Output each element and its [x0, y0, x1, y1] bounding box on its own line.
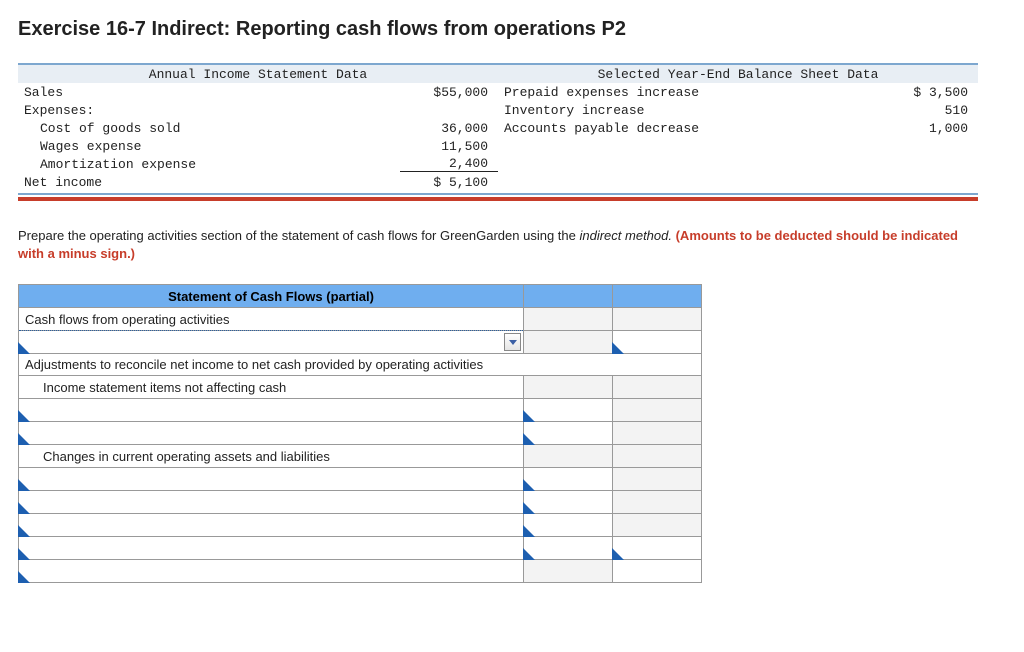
inventory-label: Inventory increase [498, 103, 880, 118]
exercise-title: Exercise 16-7 Indirect: Reporting cash f… [18, 18, 1006, 41]
net-income-select[interactable] [19, 331, 524, 354]
ap-value: 1,000 [880, 121, 978, 136]
ap-label: Accounts payable decrease [498, 121, 880, 136]
subtotal-amount[interactable] [613, 537, 702, 560]
data-tables: Annual Income Statement Data Sales$55,00… [18, 63, 978, 195]
row-adjustments-label: Adjustments to reconcile net income to n… [19, 354, 702, 376]
cash-flows-worksheet: Statement of Cash Flows (partial) Cash f… [18, 284, 702, 583]
change-item-select-1[interactable] [19, 468, 524, 491]
prepaid-label: Prepaid expenses increase [498, 85, 880, 100]
change-item-select-2[interactable] [19, 491, 524, 514]
cell-handle-icon [18, 342, 30, 354]
sales-label: Sales [18, 85, 400, 100]
prepaid-value: $ 3,500 [880, 85, 978, 100]
row-changes-label: Changes in current operating assets and … [19, 445, 524, 468]
cogs-label: Cost of goods sold [18, 121, 400, 136]
income-item-amount-2[interactable] [524, 422, 613, 445]
net-income-value: $ 5,100 [400, 175, 498, 190]
income-item-amount-1[interactable] [524, 399, 613, 422]
net-income-amount-input[interactable] [613, 331, 702, 354]
change-item-amount-2[interactable] [524, 491, 613, 514]
inventory-value: 510 [880, 103, 978, 118]
net-income-label: Net income [18, 175, 400, 190]
instructions: Prepare the operating activities section… [18, 227, 978, 262]
worksheet-title: Statement of Cash Flows (partial) [19, 285, 524, 308]
row-income-items-label: Income statement items not affecting cas… [19, 376, 524, 399]
amort-label: Amortization expense [18, 157, 400, 172]
change-item-amount-4[interactable] [524, 537, 613, 560]
total-row-select[interactable] [19, 560, 524, 583]
change-item-amount-1[interactable] [524, 468, 613, 491]
sales-value: $55,000 [400, 85, 498, 100]
change-item-select-4[interactable] [19, 537, 524, 560]
income-header: Annual Income Statement Data [18, 67, 498, 82]
income-item-select-1[interactable] [19, 399, 524, 422]
expenses-label: Expenses: [18, 103, 400, 118]
income-item-select-2[interactable] [19, 422, 524, 445]
dropdown-icon[interactable] [504, 333, 521, 351]
wages-label: Wages expense [18, 139, 400, 154]
amort-value: 2,400 [400, 156, 498, 172]
total-amount[interactable] [613, 560, 702, 583]
divider-bar [18, 197, 978, 201]
change-item-select-3[interactable] [19, 514, 524, 537]
row-cash-flows-label: Cash flows from operating activities [19, 308, 524, 331]
wages-value: 11,500 [400, 139, 498, 154]
cogs-value: 36,000 [400, 121, 498, 136]
change-item-amount-3[interactable] [524, 514, 613, 537]
balance-header: Selected Year-End Balance Sheet Data [498, 67, 978, 82]
